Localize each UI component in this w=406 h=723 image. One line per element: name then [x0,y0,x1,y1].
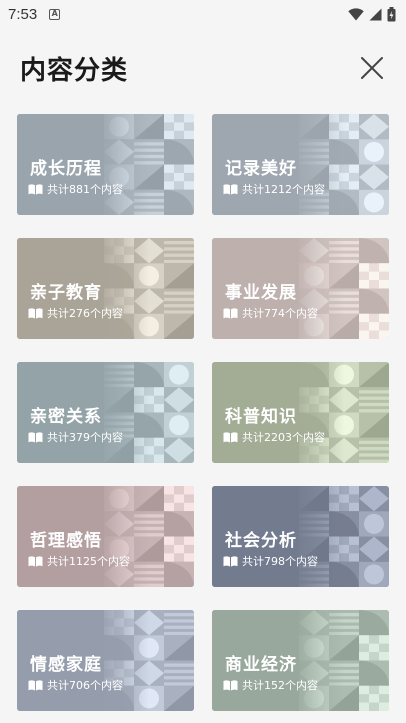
book-icon [28,307,43,319]
category-count: 共计881个内容 [47,183,123,196]
category-card-2[interactable]: 记录美好 共计1212个内容 [212,114,389,215]
book-icon [28,183,43,195]
page-title: 内容分类 [20,55,129,86]
book-icon [223,307,238,319]
book-icon [28,679,43,691]
category-count: 共计2203个内容 [242,431,325,444]
category-card-4[interactable]: 事业发展 共计774个内容 [212,238,389,339]
status-bar: 7:53 A [0,0,406,28]
category-card-7[interactable]: 哲理感悟 共计1125个内容 [17,486,194,587]
category-card-5[interactable]: 亲密关系 共计379个内容 [17,362,194,463]
category-meta: 共计276个内容 [28,305,123,321]
book-icon [223,679,238,691]
category-title: 社会分析 [225,531,297,551]
close-icon [361,57,383,79]
category-card-1[interactable]: 成长历程 共计881个内容 [17,114,194,215]
category-card-6[interactable]: 科普知识 共计2203个内容 [212,362,389,463]
category-meta: 共计1212个内容 [223,181,325,197]
category-meta: 共计774个内容 [223,305,318,321]
category-card-8[interactable]: 社会分析 共计798个内容 [212,486,389,587]
status-icons [348,6,396,22]
category-meta: 共计152个内容 [223,677,318,693]
category-meta: 共计706个内容 [28,677,123,693]
book-icon [223,183,238,195]
battery-icon [387,6,396,21]
category-title: 科普知识 [225,407,297,427]
category-card-10[interactable]: 商业经济 共计152个内容 [212,610,389,711]
category-meta: 共计379个内容 [28,429,123,445]
category-title: 记录美好 [225,159,297,179]
category-count: 共计798个内容 [242,555,318,568]
category-grid: 成长历程 共计881个内容 记录美好 共计1212个内容 亲子教育 共计276个… [17,114,389,711]
category-count: 共计152个内容 [242,679,318,692]
book-icon [28,431,43,443]
category-count: 共计706个内容 [47,679,123,692]
book-icon [223,431,238,443]
header: 内容分类 [0,40,406,96]
category-title: 成长历程 [30,159,102,179]
category-count: 共计774个内容 [242,307,318,320]
close-button[interactable] [358,54,386,82]
book-icon [223,555,238,567]
category-title: 亲子教育 [30,283,102,303]
category-meta: 共计798个内容 [223,553,318,569]
book-icon [28,555,43,567]
wifi-icon [348,7,364,20]
signal-icon [369,8,382,20]
notification-icon: A [49,8,61,20]
status-time: 7:53 [8,5,38,23]
category-title: 亲密关系 [30,407,102,427]
category-card-9[interactable]: 情感家庭 共计706个内容 [17,610,194,711]
category-title: 商业经济 [225,655,297,675]
category-meta: 共计1125个内容 [28,553,130,569]
category-count: 共计1125个内容 [47,555,130,568]
category-card-3[interactable]: 亲子教育 共计276个内容 [17,238,194,339]
category-count: 共计276个内容 [47,307,123,320]
category-count: 共计1212个内容 [242,183,325,196]
category-title: 情感家庭 [30,655,102,675]
category-title: 哲理感悟 [30,531,102,551]
category-title: 事业发展 [225,283,297,303]
category-meta: 共计881个内容 [28,181,123,197]
category-meta: 共计2203个内容 [223,429,325,445]
category-count: 共计379个内容 [47,431,123,444]
